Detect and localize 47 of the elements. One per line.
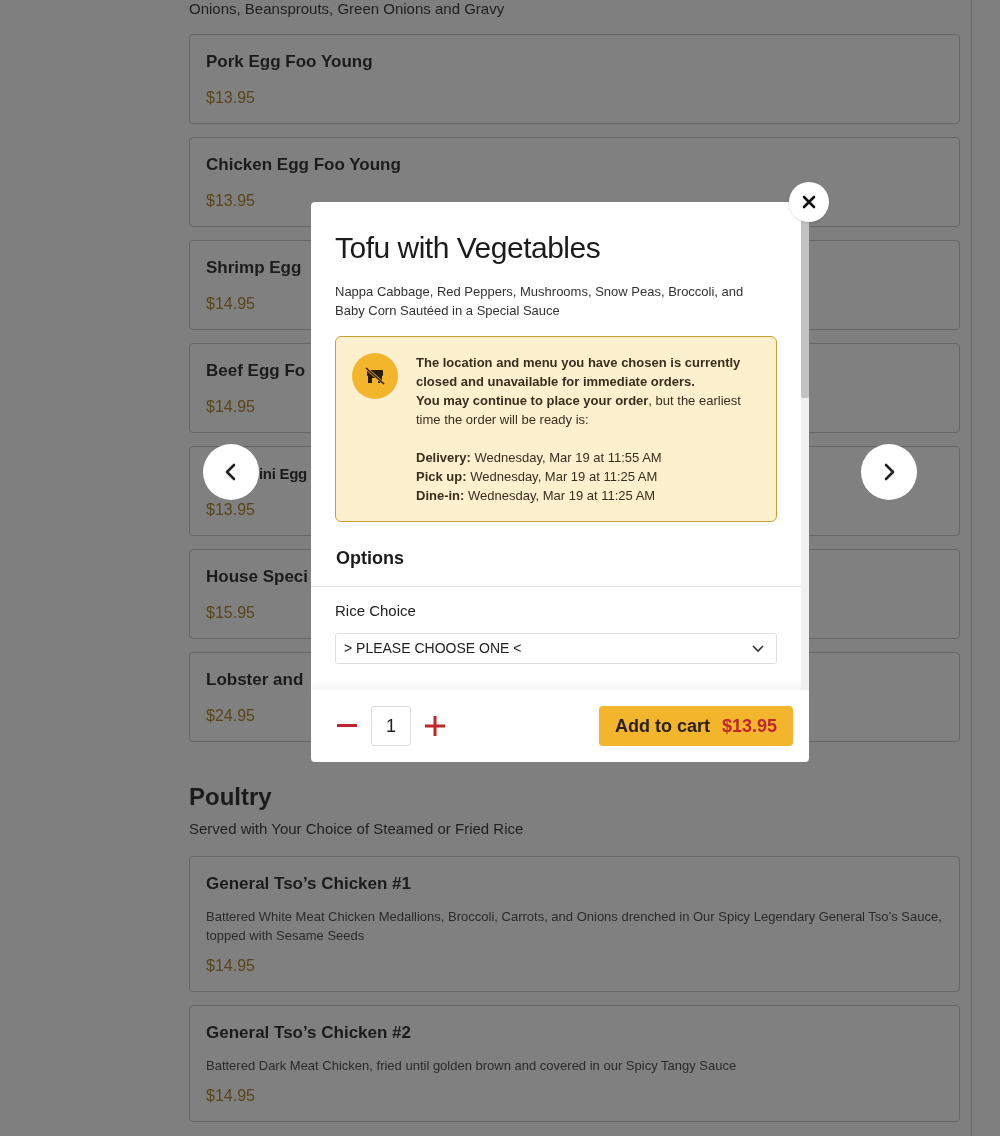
item-name: Shrimp Egg bbox=[206, 257, 302, 279]
item-name: ini Egg bbox=[259, 464, 307, 484]
menu-item-card[interactable]: General Tso’s Chicken #1 Battered White Meat Chicken Medallions, Broccoli, Carrots, and Onions drenched in Our Spicy Legendary General Tso’s Sauce, topped with Sesame Seeds $14.95 bbox=[189, 856, 960, 992]
item-price: $14.95 bbox=[206, 1086, 255, 1106]
quantity-field[interactable]: 1 bbox=[371, 706, 411, 746]
ready-time: Pick up: Wednesday, Mar 19 at 11:25 AM bbox=[416, 468, 659, 486]
item-name: Pork Egg Foo Young bbox=[206, 51, 373, 73]
rice-choice-select[interactable]: > PLEASE CHOOSE ONE < bbox=[335, 633, 777, 664]
section-subtitle: Served with Your Choice of Steamed or Fried Rice bbox=[189, 819, 524, 839]
category-description: Onions, Beansprouts, Green Onions and Gravy bbox=[189, 0, 505, 18]
add-to-cart-button[interactable]: Add to cart $13.95 bbox=[598, 706, 793, 746]
dialog-title: Tofu with Vegetables bbox=[335, 230, 601, 266]
plus-icon bbox=[425, 716, 445, 736]
scrollbar-thumb[interactable] bbox=[801, 220, 809, 398]
item-price: $13.95 bbox=[206, 88, 255, 108]
item-price: $13.95 bbox=[206, 500, 255, 520]
dialog-description: Nappa Cabbage, Red Peppers, Mushrooms, Snow Peas, Broccoli, and Baby Corn Sautéed in a Special Sauce bbox=[335, 283, 745, 320]
item-price: $24.95 bbox=[206, 706, 255, 726]
minus-icon bbox=[337, 724, 357, 728]
item-name: Beef Egg Fo bbox=[206, 360, 306, 382]
item-price: $14.95 bbox=[206, 294, 255, 314]
ready-time: Dine-in: Wednesday, Mar 19 at 11:25 AM bbox=[416, 487, 657, 505]
notice-text: The location and menu you have chosen is currently closed and unavailable for immediate orders. bbox=[416, 354, 742, 391]
item-name: General Tso’s Chicken #1 bbox=[206, 873, 412, 895]
item-description: Battered White Meat Chicken Medallions, Broccoli, Carrots, and Onions drenched in Our Spicy Legendary General Tso’s Sauce, topped with Sesame Seeds bbox=[206, 908, 943, 945]
ready-time: Delivery: Wednesday, Mar 19 at 11:55 AM bbox=[416, 449, 663, 467]
chevron-down-icon bbox=[752, 644, 764, 653]
item-name: House Speci bbox=[206, 566, 309, 588]
notice-text: You may continue to place your order, but the earliest time the order will be ready is: bbox=[416, 392, 742, 429]
item-description: Battered Dark Meat Chicken, fried until golden brown and covered in our Spicy Tangy Sauce bbox=[206, 1057, 737, 1075]
chevron-right-icon bbox=[882, 463, 896, 481]
section-heading: Poultry bbox=[189, 782, 272, 812]
item-name: Chicken Egg Foo Young bbox=[206, 154, 401, 176]
increase-button[interactable] bbox=[423, 714, 447, 738]
close-icon bbox=[802, 195, 816, 209]
options-heading: Options bbox=[336, 547, 404, 570]
item-name: Lobster and bbox=[206, 669, 304, 691]
menu-item-card[interactable]: General Tso’s Chicken #2 Battered Dark Meat Chicken, fried until golden brown and covered in our Spicy Tangy Sauce $14.95 bbox=[189, 1005, 960, 1122]
menu-item-card[interactable]: Pork Egg Foo Young $13.95 bbox=[189, 34, 960, 124]
item-name: General Tso’s Chicken #2 bbox=[206, 1022, 412, 1044]
option-label: Rice Choice bbox=[335, 601, 416, 621]
item-price: $14.95 bbox=[206, 956, 255, 976]
closed-shop-icon bbox=[352, 353, 398, 399]
item-price: $13.95 bbox=[206, 191, 255, 211]
item-price: $15.95 bbox=[206, 603, 255, 623]
item-price: $14.95 bbox=[206, 397, 255, 417]
chevron-left-icon bbox=[224, 463, 238, 481]
